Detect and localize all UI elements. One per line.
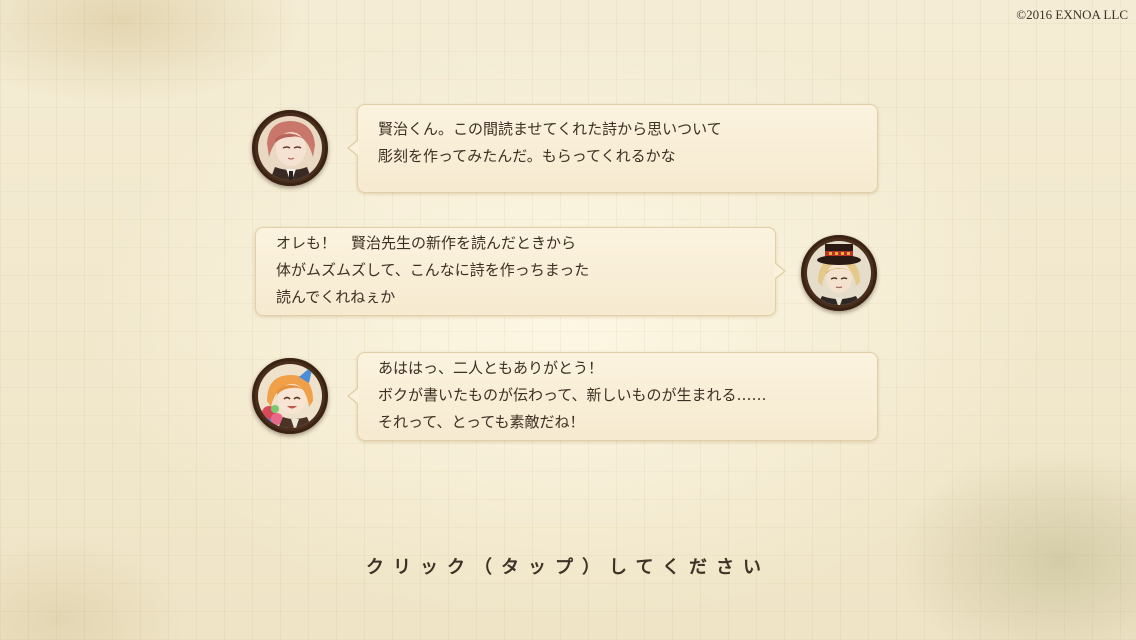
message-2-line-1: オレも！ 賢治先生の新作を読んだときから [276,234,577,252]
message-bubble-1: 賢治くん。この間読ませてくれた詩から思いついて 彫刻を作ってみたんだ。もらってく… [347,104,878,193]
copyright-notice: ©2016 EXNOA LLC [1016,7,1128,22]
red-haired-character-portrait-icon [258,116,322,180]
orange-haired-character-with-party-hat-portrait-icon [258,364,322,428]
message-1-line-2: 彫刻を作ってみたんだ。もらってくれるかな [378,147,676,165]
message-1-line-1: 賢治くん。この間読ませてくれた詩から思いついて [378,120,722,138]
manuscript-grid-background [0,0,1136,640]
avatar-red-haired-character [252,110,328,186]
message-3-line-1: あははっ、二人ともありがとう！ [378,359,604,377]
message-3-line-3: それって、とっても素敵だね！ [378,413,585,431]
message-2-line-3: 読んでくれねぇか [276,288,396,306]
message-2-line-2: 体がムズムズして、こんなに詩を作っちまった [276,261,590,279]
click-to-continue-prompt[interactable]: クリック（タップ）してください [0,553,1136,579]
message-bubble-3: あははっ、二人ともありがとう！ ボクが書いたものが伝わって、新しいものが生まれる… [347,352,878,441]
message-3-line-2: ボクが書いたものが伝わって、新しいものが生まれる…… [378,386,767,404]
blond-character-with-hat-portrait-icon [807,241,871,305]
avatar-orange-haired-character [252,358,328,434]
message-bubble-2: オレも！ 賢治先生の新作を読んだときから 体がムズムズして、こんなに詩を作っちま… [255,227,786,316]
avatar-blond-character [801,235,877,311]
